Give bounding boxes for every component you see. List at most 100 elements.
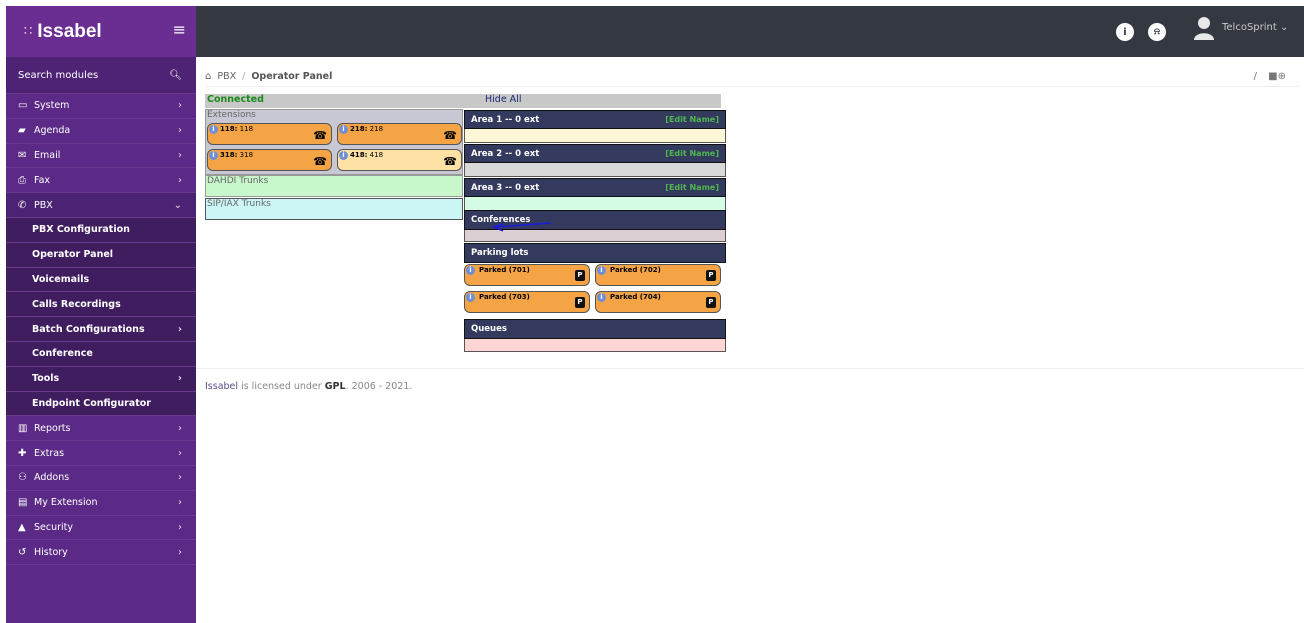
sidebar-item-label: Reports (34, 422, 71, 434)
parked-label: Parked (703) (479, 293, 530, 301)
conferences-box: Conferences (464, 210, 726, 242)
sidebar-item-label: Security (34, 521, 74, 533)
chevron-icon: › (178, 497, 182, 509)
edit-name-link[interactable]: [Edit Name] (665, 183, 719, 192)
parked-slot[interactable]: i Parked (701) P (464, 264, 590, 286)
bookmark-globe-icon[interactable]: ■⊕ (1268, 71, 1286, 82)
search-label: Search modules (18, 69, 99, 81)
hamburger-menu-icon[interactable]: ≡ (173, 20, 186, 39)
parked-slot[interactable]: i Parked (702) P (595, 264, 721, 286)
sidebar-item-reports[interactable]: ▥ Reports › (6, 416, 196, 442)
area-body (464, 163, 726, 177)
top-bar: i ⍾ TelcoSprint ⌄ (196, 6, 1304, 57)
sidebar-item-extras[interactable]: ✚ Extras › (6, 441, 196, 466)
info-icon[interactable]: i (466, 293, 475, 302)
sidebar-item-history[interactable]: ↺ History › (6, 540, 196, 566)
extension-118[interactable]: i 118: 118 ☎ (207, 123, 332, 145)
info-icon[interactable]: i (597, 293, 606, 302)
area-title: Area 1 -- 0 ext (471, 114, 540, 125)
briefcase-icon: ▤ (18, 497, 28, 509)
parking-lots-body: i Parked (701) P i Parked (702) P i Parked (7… (464, 263, 726, 319)
sidebar-item-my-extension[interactable]: ▤ My Extension › (6, 491, 196, 516)
queues-box: Queues (464, 319, 726, 352)
parked-label: Parked (702) (610, 266, 661, 274)
info-icon[interactable]: i (466, 266, 475, 275)
sidebar-item-label: PBX (34, 199, 53, 211)
book-icon: ▰ (18, 125, 26, 137)
sidebar-item-tools[interactable]: Tools › (6, 366, 196, 392)
extension-418[interactable]: i 418: 418 ☎ (337, 149, 462, 171)
info-icon[interactable]: i (339, 125, 348, 134)
sidebar-item-system[interactable]: ▭ System › (6, 94, 196, 119)
home-icon[interactable]: ⌂ (205, 71, 211, 82)
sidebar-item-label: Extras (34, 447, 65, 459)
brand-bar: ∷ Issabel ≡ (6, 6, 196, 57)
footer-brand-link[interactable]: Issabel (205, 381, 238, 392)
parked-slot[interactable]: i Parked (704) P (595, 291, 721, 313)
area-title: Area 3 -- 0 ext (471, 182, 540, 193)
chevron-icon: › (178, 521, 182, 533)
extensions-box: Extensions i 118: 118 ☎ i 218: 218 ☎ i 3… (205, 109, 463, 175)
bell-icon[interactable]: ⍾ (1148, 23, 1166, 41)
sidebar-item-operator-panel[interactable]: Operator Panel (6, 242, 196, 268)
chevron-icon: › (178, 447, 182, 459)
parking-icon: P (575, 270, 585, 281)
extension-number: 418: (350, 151, 368, 159)
sidebar-item-label: Batch Configurations (32, 323, 145, 335)
sidebar-item-batch-configurations[interactable]: Batch Configurations › (6, 317, 196, 342)
breadcrumb-pbx[interactable]: PBX (217, 71, 236, 82)
sidebar-item-endpoint-configurator[interactable]: Endpoint Configurator (6, 391, 196, 417)
info-icon[interactable]: i (1116, 23, 1134, 41)
footer-text: is licensed under (238, 381, 325, 392)
search-modules[interactable]: Search modules 🔍︎ (6, 57, 196, 94)
hide-all-link[interactable]: Hide All (485, 94, 521, 105)
sidebar-item-pbx[interactable]: ✆ PBX ⌄ (6, 193, 196, 218)
sidebar-item-voicemails[interactable]: Voicemails (6, 267, 196, 293)
parking-icon: P (706, 270, 716, 281)
user-avatar-icon[interactable] (1193, 16, 1215, 40)
sidebar-item-label: Agenda (34, 125, 71, 137)
gpl-link[interactable]: GPL (325, 381, 346, 392)
info-icon[interactable]: i (209, 125, 218, 134)
logo-icon: ∷ (24, 24, 32, 39)
edit-name-link[interactable]: [Edit Name] (665, 149, 719, 158)
edit-name-link[interactable]: [Edit Name] (665, 115, 719, 124)
connection-status: Connected (207, 94, 264, 105)
footer-years: . 2006 - 2021. (345, 381, 413, 392)
search-icon[interactable]: 🔍︎ (169, 70, 182, 81)
parked-slot[interactable]: i Parked (703) P (464, 291, 590, 313)
sidebar-item-agenda[interactable]: ▰ Agenda › (6, 119, 196, 144)
sidebar-item-calls-recordings[interactable]: Calls Recordings (6, 292, 196, 318)
chevron-icon: ⌄ (173, 199, 182, 211)
sidebar-item-conference[interactable]: Conference (6, 341, 196, 367)
sidebar-item-label: Addons (34, 472, 70, 484)
extension-318[interactable]: i 318: 318 ☎ (207, 149, 332, 171)
info-icon[interactable]: i (339, 151, 348, 160)
breadcrumb-separator: / (242, 70, 246, 82)
chevron-icon: › (178, 100, 182, 112)
sidebar-item-label: Voicemails (32, 273, 90, 285)
extension-number: 318: (220, 151, 238, 159)
sidebar-item-label: Tools (32, 373, 60, 385)
sidebar-item-email[interactable]: ✉ Email › (6, 144, 196, 169)
arrow-annotation-icon (491, 222, 552, 232)
brand-name[interactable]: Issabel (37, 21, 101, 43)
sidebar-item-addons[interactable]: ⚇ Addons › (6, 466, 196, 491)
sip-iax-trunks-box: SIP/IAX Trunks (205, 198, 463, 220)
extension-name: 218 (369, 125, 384, 133)
chevron-icon: › (178, 546, 182, 558)
chevron-icon: › (177, 323, 182, 335)
sidebar-item-security[interactable]: ▲ Security › (6, 516, 196, 541)
extension-218[interactable]: i 218: 218 ☎ (337, 123, 462, 145)
info-icon[interactable]: i (209, 151, 218, 160)
area-body (464, 197, 726, 211)
chevron-icon: › (178, 422, 182, 434)
breadcrumb-actions[interactable]: / ■⊕ (1254, 71, 1286, 82)
user-menu[interactable]: TelcoSprint ⌄ (1222, 22, 1288, 33)
info-icon[interactable]: i (597, 266, 606, 275)
parked-label: Parked (704) (610, 293, 661, 301)
sidebar-item-fax[interactable]: ⎙ Fax › (6, 168, 196, 194)
sidebar-item-label: System (34, 100, 70, 112)
sidebar-item-label: History (34, 546, 68, 558)
sidebar-item-pbx-configuration[interactable]: PBX Configuration (6, 217, 196, 243)
